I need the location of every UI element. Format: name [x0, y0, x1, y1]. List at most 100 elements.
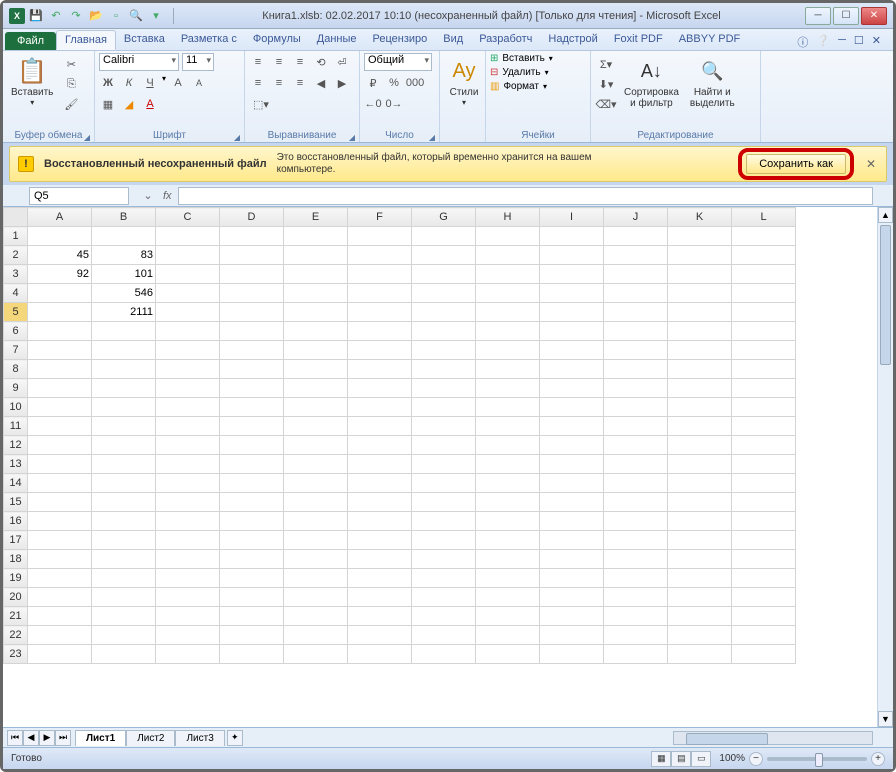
cell[interactable]	[284, 227, 348, 246]
cell[interactable]	[28, 607, 92, 626]
column-header[interactable]: B	[92, 208, 156, 227]
cell[interactable]: 83	[92, 246, 156, 265]
row-header[interactable]: 2	[4, 246, 28, 265]
cell[interactable]	[28, 436, 92, 455]
message-close-icon[interactable]: ✕	[864, 157, 878, 171]
cell[interactable]	[220, 474, 284, 493]
cell[interactable]	[668, 303, 732, 322]
format-cells-button[interactable]: Формат	[503, 81, 539, 92]
font-shrink-icon[interactable]: A	[190, 74, 208, 92]
row-header[interactable]: 19	[4, 569, 28, 588]
cell[interactable]	[540, 265, 604, 284]
cell[interactable]	[92, 379, 156, 398]
column-header[interactable]: K	[668, 208, 732, 227]
cell[interactable]	[476, 341, 540, 360]
spreadsheet-grid[interactable]: ABCDEFGHIJKL 124583392101454652111678910…	[3, 207, 796, 664]
row-header[interactable]: 14	[4, 474, 28, 493]
sort-filter-button[interactable]: A↓ Сортировка и фильтр	[620, 53, 683, 111]
cell[interactable]	[540, 512, 604, 531]
cell[interactable]	[28, 341, 92, 360]
tab-file[interactable]: Файл	[5, 32, 56, 50]
cell[interactable]	[476, 379, 540, 398]
cell[interactable]	[28, 493, 92, 512]
redo-icon[interactable]: ↷	[69, 9, 83, 23]
align-top-icon[interactable]: ≡	[249, 53, 267, 71]
cell[interactable]	[604, 246, 668, 265]
cell[interactable]	[412, 626, 476, 645]
select-all-corner[interactable]	[4, 208, 28, 227]
row-header[interactable]: 1	[4, 227, 28, 246]
cell[interactable]	[284, 322, 348, 341]
cell[interactable]	[348, 645, 412, 664]
horizontal-scrollbar[interactable]	[673, 731, 873, 745]
cell[interactable]	[284, 569, 348, 588]
cell[interactable]	[284, 436, 348, 455]
styles-button[interactable]: Ay Стили ▾	[444, 53, 484, 109]
cell[interactable]	[540, 341, 604, 360]
cell[interactable]	[668, 550, 732, 569]
align-center-icon[interactable]: ≡	[270, 74, 288, 92]
cell[interactable]	[92, 588, 156, 607]
cell[interactable]	[476, 436, 540, 455]
cell[interactable]	[412, 474, 476, 493]
cell[interactable]	[92, 227, 156, 246]
formula-input[interactable]	[178, 187, 873, 205]
cell[interactable]	[604, 417, 668, 436]
cell[interactable]	[540, 493, 604, 512]
column-header[interactable]: D	[220, 208, 284, 227]
cell[interactable]	[284, 398, 348, 417]
merge-icon[interactable]: ⬚▾	[249, 95, 273, 113]
cell[interactable]	[156, 436, 220, 455]
new-icon[interactable]: ▫	[109, 9, 123, 23]
cell[interactable]	[284, 246, 348, 265]
cell[interactable]	[92, 322, 156, 341]
cell[interactable]	[156, 512, 220, 531]
cell[interactable]	[476, 398, 540, 417]
cell[interactable]	[156, 531, 220, 550]
cell[interactable]	[220, 588, 284, 607]
cell[interactable]	[476, 645, 540, 664]
tab-вставка[interactable]: Вставка	[116, 30, 173, 50]
clear-icon[interactable]: ⌫▾	[597, 95, 615, 113]
currency-icon[interactable]: ₽	[364, 74, 382, 92]
cell[interactable]	[156, 341, 220, 360]
scroll-down-icon[interactable]: ▼	[878, 711, 893, 727]
cell[interactable]	[732, 531, 796, 550]
column-header[interactable]: A	[28, 208, 92, 227]
cell[interactable]	[476, 493, 540, 512]
cell[interactable]	[476, 550, 540, 569]
cell[interactable]	[732, 227, 796, 246]
save-icon[interactable]: 💾	[29, 9, 43, 23]
scroll-thumb[interactable]	[880, 225, 891, 365]
cell[interactable]	[732, 493, 796, 512]
cell[interactable]	[668, 626, 732, 645]
cell[interactable]	[348, 550, 412, 569]
cell[interactable]	[284, 379, 348, 398]
cell[interactable]	[284, 360, 348, 379]
cell[interactable]	[156, 645, 220, 664]
cancel-formula-icon[interactable]: ⌄	[139, 187, 157, 205]
cell[interactable]	[92, 493, 156, 512]
cell[interactable]	[604, 588, 668, 607]
view-page-break-icon[interactable]: ▭	[691, 751, 711, 767]
column-header[interactable]: H	[476, 208, 540, 227]
cell[interactable]	[604, 360, 668, 379]
tab-nav-first-icon[interactable]: ⏮	[7, 730, 23, 746]
cell[interactable]	[412, 436, 476, 455]
cell[interactable]	[412, 398, 476, 417]
tab-надстрой[interactable]: Надстрой	[540, 30, 605, 50]
tab-рецензиро[interactable]: Рецензиро	[365, 30, 436, 50]
cell[interactable]	[412, 512, 476, 531]
copy-icon[interactable]: ⎘	[62, 75, 80, 93]
row-header[interactable]: 11	[4, 417, 28, 436]
autosum-icon[interactable]: Σ▾	[597, 55, 615, 73]
cell[interactable]	[220, 626, 284, 645]
insert-cells-button[interactable]: Вставить	[502, 53, 544, 64]
cell[interactable]	[348, 341, 412, 360]
zoom-in-button[interactable]: +	[871, 752, 885, 766]
cell[interactable]	[348, 379, 412, 398]
cell[interactable]	[732, 455, 796, 474]
cell[interactable]	[348, 398, 412, 417]
number-format-combo[interactable]: Общий	[364, 53, 432, 71]
row-header[interactable]: 10	[4, 398, 28, 417]
